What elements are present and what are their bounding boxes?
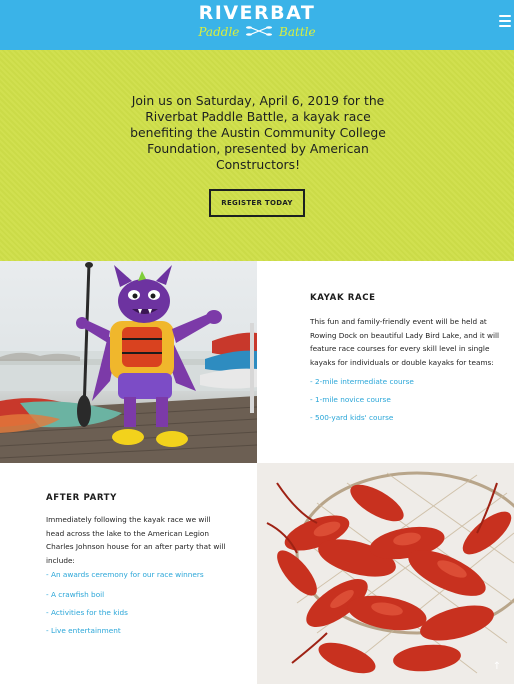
logo-subtitle: Paddle Battle xyxy=(0,24,514,40)
kayak-race-description: This fun and family-friendly event will … xyxy=(310,317,500,367)
crawfish-photo: ↑ xyxy=(257,463,514,684)
arrow-up-icon[interactable]: ↑ xyxy=(490,660,504,674)
logo-sub-right: Battle xyxy=(279,25,316,39)
after-party-description: Immediately following the kayak race we … xyxy=(46,515,226,565)
after-party-title: AFTER PARTY xyxy=(46,493,117,503)
logo-wordmark: RIVERBAT xyxy=(198,2,316,24)
hero-banner: Join us on Saturday, April 6, 2019 for t… xyxy=(0,50,514,261)
course-link-2-mile[interactable]: - 2-mile intermediate course xyxy=(310,373,500,391)
crossed-paddles-icon xyxy=(243,25,279,39)
after-party-section: AFTER PARTY Immediately following the ka… xyxy=(0,463,257,684)
party-link-crawfish-boil[interactable]: - A crawfish boil xyxy=(46,586,226,604)
kayak-race-section: KAYAK RACE This fun and family-friendly … xyxy=(257,261,514,463)
kayak-race-title: KAYAK RACE xyxy=(310,293,376,303)
logo-sub-left: Paddle xyxy=(198,25,240,39)
course-link-500-yard[interactable]: - 500-yard kids' course xyxy=(310,409,500,427)
hero-announcement: Join us on Saturday, April 6, 2019 for t… xyxy=(130,93,386,172)
party-link-kids-activities[interactable]: - Activities for the kids xyxy=(46,604,226,622)
register-today-button[interactable]: REGISTER TODAY xyxy=(209,189,305,217)
site-header: RIVERBAT Paddle Battle xyxy=(0,0,514,50)
course-link-1-mile[interactable]: - 1-mile novice course xyxy=(310,391,500,409)
party-link-live-entertainment[interactable]: - Live entertainment xyxy=(46,622,226,640)
mascot-photo xyxy=(0,261,257,463)
riverbat-paddle-battle-logo[interactable]: RIVERBAT Paddle Battle xyxy=(0,2,514,40)
party-link-awards[interactable]: - An awards ceremony for our race winner… xyxy=(46,568,226,582)
hamburger-menu-icon[interactable] xyxy=(499,15,511,27)
